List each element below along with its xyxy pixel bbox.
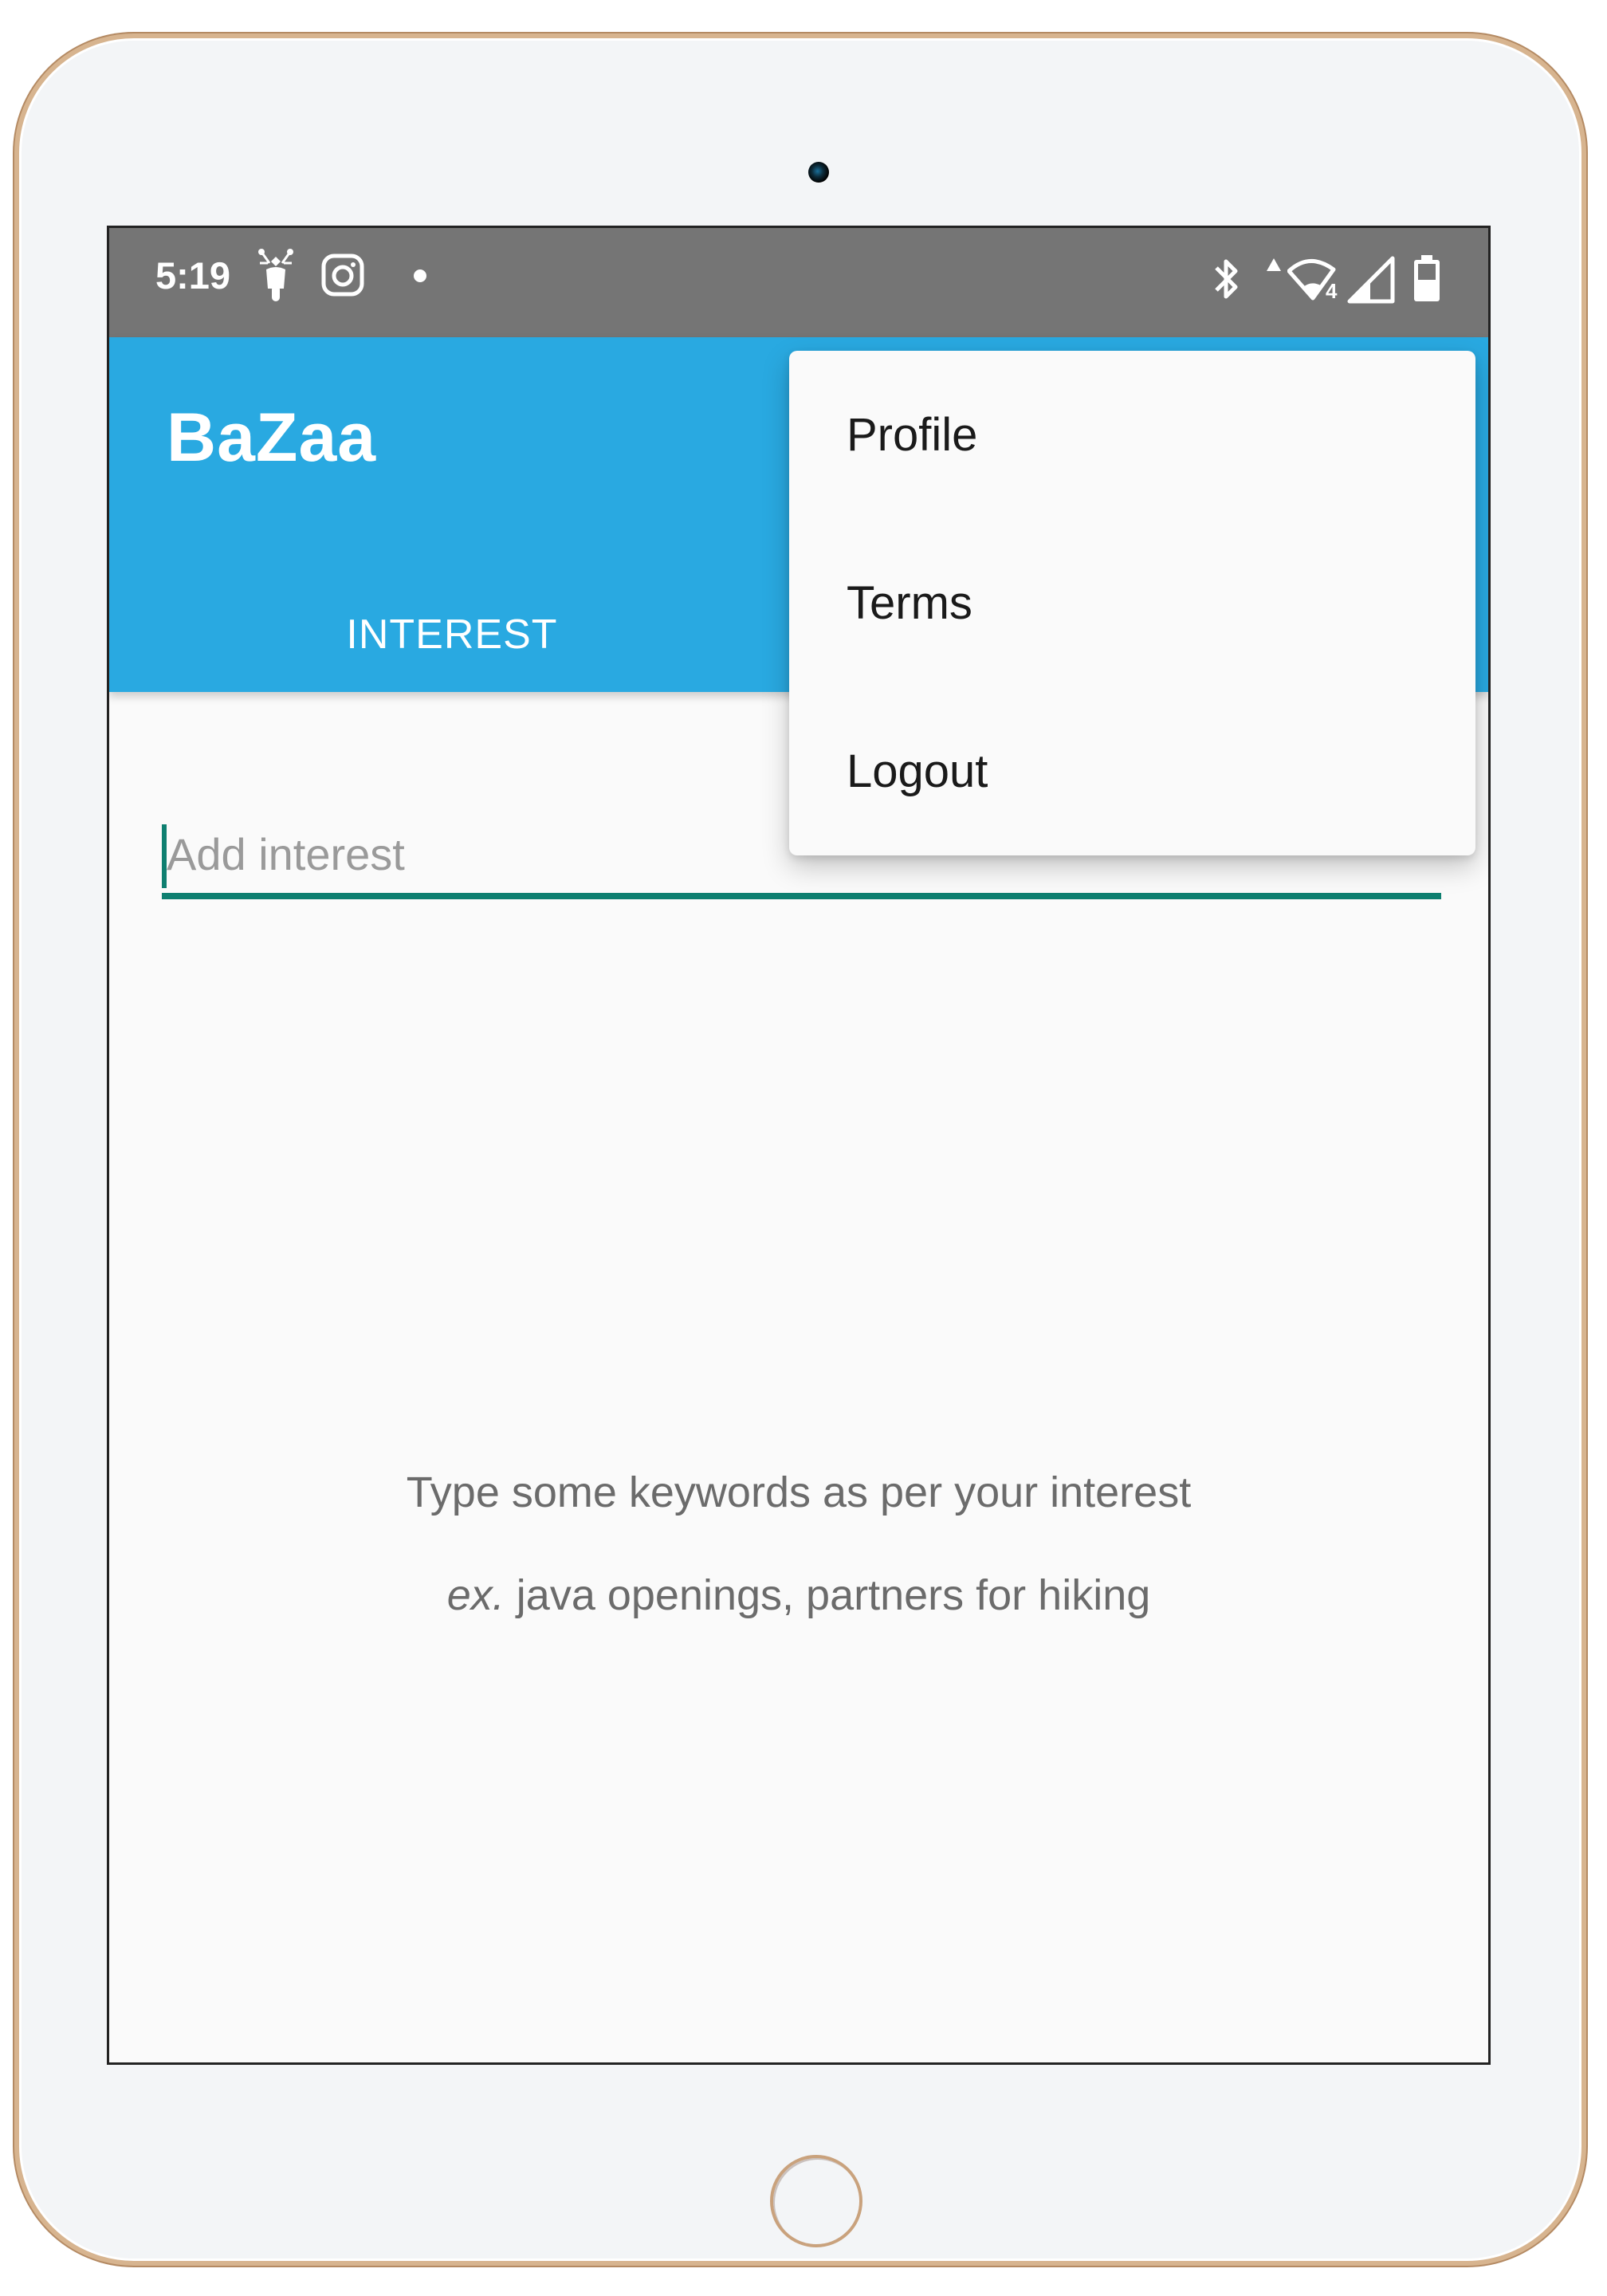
home-button[interactable] xyxy=(770,2155,862,2247)
empty-state-hint: Type some keywords as per your interest xyxy=(406,1468,1192,1516)
menu-item-terms[interactable]: Terms xyxy=(789,519,1475,687)
data-activity-icon xyxy=(1267,258,1281,271)
app-screen: 5:19 4 BaZaa INTEREST Add interest Type … xyxy=(107,226,1491,2065)
status-bar: 5:19 4 xyxy=(109,228,1488,337)
status-time: 5:19 xyxy=(155,254,231,297)
notification-dot-icon xyxy=(414,269,426,282)
wifi-icon: 4 xyxy=(1287,259,1338,301)
instagram-notification-icon xyxy=(321,254,364,297)
wifi-badge: 4 xyxy=(1326,279,1338,301)
text-cursor xyxy=(162,824,167,888)
cellular-signal-icon xyxy=(1347,256,1395,304)
menu-item-logout[interactable]: Logout xyxy=(789,687,1475,855)
bluetooth-icon xyxy=(1215,259,1238,299)
empty-state-example: ex. java openings, partners for hiking xyxy=(109,1571,1488,1620)
scooter-notification-icon xyxy=(258,249,293,301)
tab-interest[interactable]: INTEREST xyxy=(109,576,795,692)
example-prefix: ex. xyxy=(446,1571,505,1619)
overflow-menu: Profile Terms Logout xyxy=(789,351,1475,855)
menu-item-profile[interactable]: Profile xyxy=(789,351,1475,519)
front-camera xyxy=(808,162,829,183)
app-title: BaZaa xyxy=(167,399,377,476)
battery-icon xyxy=(1414,255,1440,301)
input-underline xyxy=(162,893,1441,899)
example-text: java openings, partners for hiking xyxy=(504,1571,1151,1619)
